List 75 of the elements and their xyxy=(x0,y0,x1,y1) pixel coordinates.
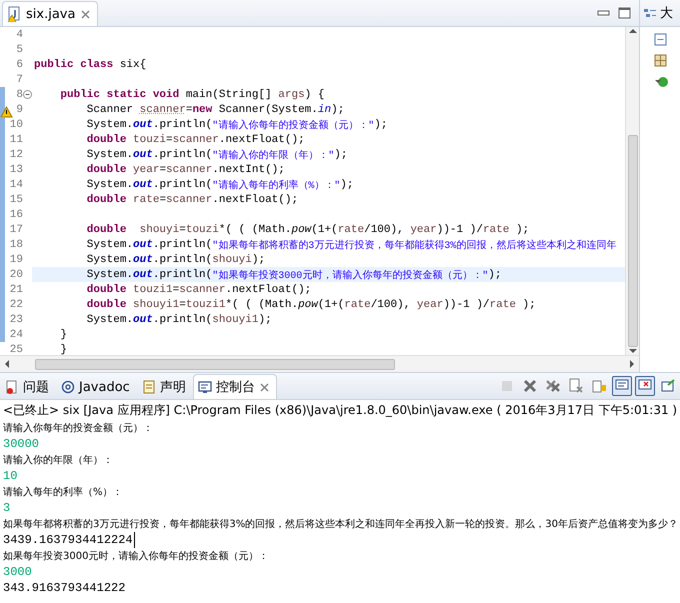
typed-value-text: 30000 xyxy=(3,436,40,452)
declaration-icon xyxy=(142,380,156,394)
line-number: 17 xyxy=(8,224,23,236)
panel-tab[interactable]: Javadoc xyxy=(56,374,137,399)
prompt-text: 请输入你的年限（年）： xyxy=(3,454,113,468)
line-number: 23 xyxy=(8,314,23,326)
typed-value-text: 3 xyxy=(3,500,10,516)
code-line: System.out.println("请输入每年的利率（%）："); xyxy=(86,178,354,192)
code-line: System.out.println("请输入你的年限（年）："); xyxy=(86,148,348,162)
line-number: 24 xyxy=(8,328,23,340)
line-number: 15 xyxy=(8,194,23,206)
panel-tab[interactable]: 声明 xyxy=(136,374,193,399)
collapse-icon[interactable] xyxy=(23,90,32,99)
maximize-icon[interactable] xyxy=(618,7,631,19)
line-number: 25 xyxy=(8,344,23,356)
panel-tab[interactable]: 控制台 xyxy=(192,374,277,399)
clear-page-icon[interactable] xyxy=(568,378,584,394)
code-line: } xyxy=(59,328,68,342)
code-line: double shouyi=touzi*( ( (Math.pow(1+(rate/100), year))-1 )/rate ); xyxy=(86,222,530,237)
line-number: 16 xyxy=(8,208,23,220)
line-number: 4 xyxy=(15,28,23,40)
code-line: } xyxy=(59,342,68,357)
line-number: 14 xyxy=(8,178,23,190)
prompt-text: 请输入每年的利率（%）： xyxy=(3,486,123,500)
line-number: 9 xyxy=(15,104,23,116)
double-cross-icon[interactable] xyxy=(545,378,561,394)
at-sign-icon xyxy=(61,380,75,394)
code-line: double touzi=scanner.nextFloat(); xyxy=(86,132,306,147)
line-number: 18 xyxy=(8,238,23,250)
console-icon xyxy=(198,380,212,394)
result-text: 3439.1637934412224 xyxy=(3,532,135,548)
code-line: public static void main(String[] args) { xyxy=(59,88,326,102)
result-text: 343.9163793441222 xyxy=(3,580,126,596)
code-line: System.out.println(shouyi); xyxy=(86,252,266,267)
problems-icon xyxy=(5,380,19,394)
close-icon[interactable] xyxy=(522,378,538,394)
code-line: public class six{ xyxy=(33,58,148,72)
line-number: 7 xyxy=(15,74,23,86)
line-number: 22 xyxy=(8,298,23,310)
typed-value-text: 10 xyxy=(3,468,18,484)
scrollbar-thumb[interactable] xyxy=(628,135,638,347)
line-number: 19 xyxy=(8,254,23,266)
close-icon[interactable] xyxy=(80,8,92,20)
prompt-text: 如果每年都将积蓄的3万元进行投资，每年都能获得3%的回报，然后将这些本利之和连同年全再投入新一轮的投资。那么，30年后资产总值将变为多少？ xyxy=(3,518,678,532)
panel-tab[interactable]: 问题 xyxy=(0,374,56,399)
line-number: 20 xyxy=(8,268,23,280)
line-number: 5 xyxy=(15,44,23,56)
scroll-left-icon[interactable] xyxy=(3,359,11,369)
collapse-all-icon[interactable] xyxy=(654,33,667,46)
line-number: 10 xyxy=(8,118,23,130)
package-icon xyxy=(654,54,667,67)
typed-value-text: 3000 xyxy=(3,564,32,580)
line-number: 12 xyxy=(8,148,23,160)
code-line: Scanner scanner=new Scanner(System.in); xyxy=(86,102,346,117)
prompt-text: 如果每年投资3000元时，请输入你每年的投资金额（元）： xyxy=(3,550,268,564)
scroll-right-icon[interactable] xyxy=(628,359,636,369)
line-number: 8 xyxy=(15,88,23,100)
code-line: double touzi1=scanner.nextFloat(); xyxy=(86,282,312,297)
prompt-text: 请输入你每年的投资金额（元）： xyxy=(3,422,153,436)
code-line: double rate=scanner.nextFloat(); xyxy=(86,192,300,207)
outline-icon xyxy=(643,7,657,19)
line-number: 11 xyxy=(8,134,23,146)
console-header: <已终止> six [Java 应用程序] C:\Program Files (x86)\Java\jre1.8.0_60\bin\javaw.exe ( 2016年3月17日 下午5:01:31 ) xyxy=(2,402,678,419)
code-line: double shouyi1=touzi1*( ( (Math.pow(1+(rate/100), year))-1 )/rate ); xyxy=(86,298,537,312)
code-line: System.out.println(shouyi1); xyxy=(86,312,273,327)
close-icon[interactable] xyxy=(258,382,270,392)
line-number: 13 xyxy=(8,164,23,176)
monitor-icon[interactable] xyxy=(660,378,676,394)
editor-tab[interactable]: six.java xyxy=(2,1,98,26)
line-number: 6 xyxy=(15,58,23,70)
code-line: double year=scanner.nextInt(); xyxy=(86,162,286,177)
scrollbar-thumb[interactable] xyxy=(35,358,395,370)
line-number: 21 xyxy=(8,284,23,296)
code-line: System.out.println("请输入你每年的投资金额（元）："); xyxy=(86,118,388,132)
code-line: System.out.println("如果每年都将积蓄的3万元进行投资，每年都能获得3%的回报，然后将这些本利之和连同年 xyxy=(86,238,618,252)
